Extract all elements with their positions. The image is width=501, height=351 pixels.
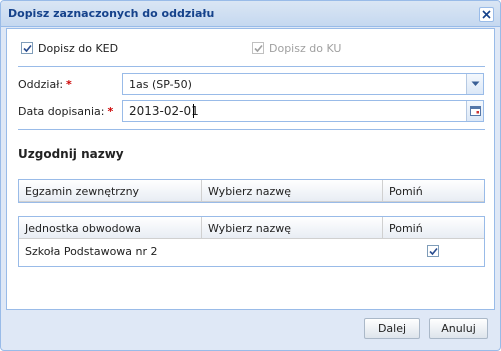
checkmark-icon	[429, 247, 438, 256]
close-icon	[482, 10, 491, 19]
data-dopisania-label: Data dopisania: *	[18, 105, 114, 118]
ku-checkbox-label: Dopisz do KU	[269, 42, 342, 55]
oddzial-label: Oddział: *	[18, 78, 72, 91]
cancel-button[interactable]: Anuluj	[429, 318, 488, 339]
checkmark-icon	[254, 44, 263, 53]
text-cursor	[193, 104, 194, 118]
close-button[interactable]	[479, 7, 494, 22]
oddzial-value: 1as (SP-50)	[129, 78, 192, 91]
ked-checkbox-label[interactable]: Dopisz do KED	[38, 42, 118, 55]
dialog-title: Dopisz zaznaczonych do oddziału	[8, 7, 215, 20]
dialog-titlebar[interactable]: Dopisz zaznaczonych do oddziału	[1, 1, 500, 27]
separator	[18, 129, 485, 130]
next-button[interactable]: Dalej	[364, 318, 420, 339]
column-header-wybierz[interactable]: Wybierz nazwę	[202, 217, 383, 238]
skip-checkbox[interactable]	[427, 245, 439, 257]
required-mark: *	[66, 78, 72, 91]
column-header-egzamin[interactable]: Egzamin zewnętrzny	[19, 180, 202, 201]
section-title: Uzgodnij nazwy	[18, 147, 124, 161]
table-row[interactable]: Szkoła Podstawowa nr 2	[19, 239, 484, 263]
unit-grid: Jednostka obwodowa Wybierz nazwę Pomiń S…	[18, 216, 485, 267]
oddzial-dropdown-trigger[interactable]	[466, 74, 483, 94]
dialog-body: Dopisz do KED Dopisz do KU Oddział: * 1as…	[6, 28, 495, 310]
oddzial-select[interactable]: 1as (SP-50)	[122, 73, 484, 95]
column-header-jednostka[interactable]: Jednostka obwodowa	[19, 217, 202, 238]
checkmark-icon	[23, 44, 32, 53]
chevron-down-icon	[471, 81, 480, 86]
dialog-window: Dopisz zaznaczonych do oddziału Dopisz d…	[0, 0, 501, 351]
column-header-pomin[interactable]: Pomiń	[383, 217, 484, 238]
data-dopisania-value: 2013-02-01	[129, 104, 199, 118]
calendar-icon	[470, 106, 481, 116]
ked-checkbox[interactable]	[21, 42, 33, 54]
separator	[18, 66, 485, 67]
column-header-wybierz[interactable]: Wybierz nazwę	[202, 180, 383, 201]
exam-grid: Egzamin zewnętrzny Wybierz nazwę Pomiń	[18, 179, 485, 203]
date-picker-button[interactable]	[466, 101, 483, 121]
ku-checkbox	[252, 42, 264, 54]
data-dopisania-field[interactable]: 2013-02-01	[122, 100, 484, 122]
exam-grid-header: Egzamin zewnętrzny Wybierz nazwę Pomiń	[19, 180, 484, 202]
required-mark: *	[107, 105, 114, 118]
unit-grid-header: Jednostka obwodowa Wybierz nazwę Pomiń	[19, 217, 484, 239]
column-header-pomin[interactable]: Pomiń	[383, 180, 484, 201]
unit-name-cell: Szkoła Podstawowa nr 2	[25, 245, 158, 258]
